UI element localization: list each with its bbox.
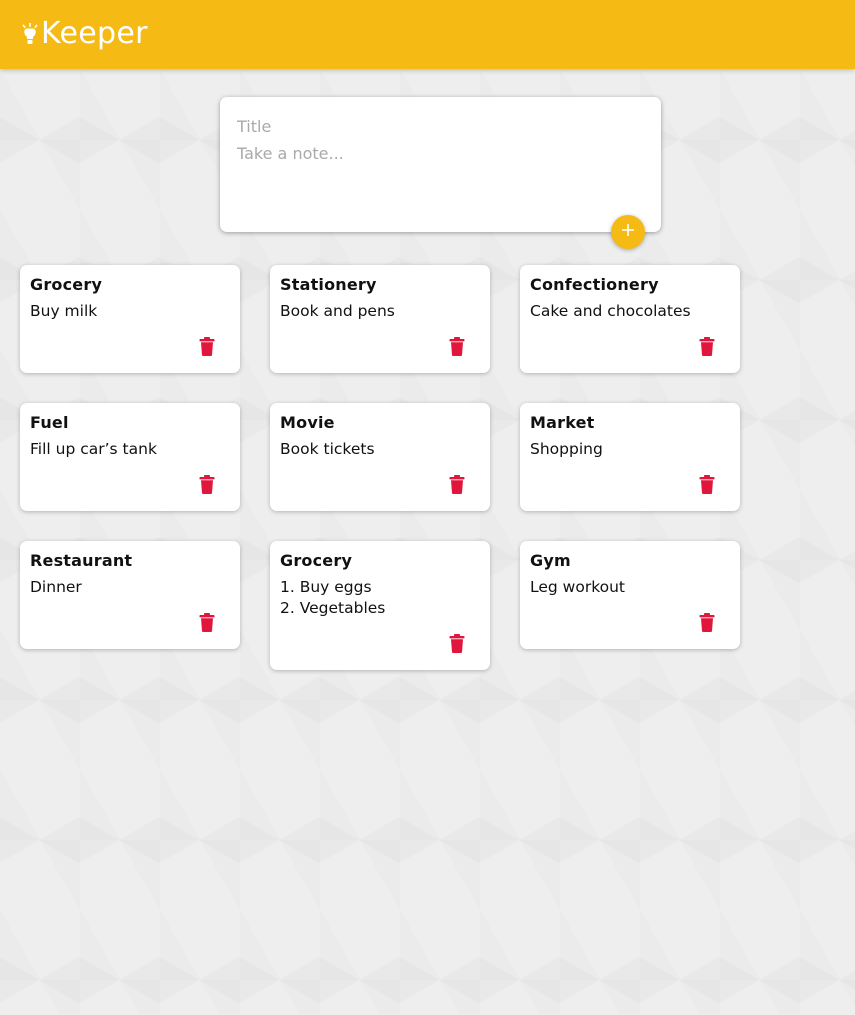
note-title: Market <box>530 413 595 432</box>
trash-icon <box>699 613 715 632</box>
note-card: Fuel Fill up car’s tank <box>20 403 240 511</box>
delete-note-button[interactable] <box>699 337 715 356</box>
delete-note-button[interactable] <box>199 613 215 632</box>
brand: Keeper <box>22 16 148 52</box>
trash-icon <box>199 613 215 632</box>
note-content-input[interactable] <box>237 144 637 204</box>
trash-icon <box>199 475 215 494</box>
trash-icon <box>199 337 215 356</box>
lightbulb-icon <box>22 23 38 45</box>
app-title: Keeper <box>41 16 148 51</box>
delete-note-button[interactable] <box>199 475 215 494</box>
note-card: Restaurant Dinner <box>20 541 240 649</box>
delete-note-button[interactable] <box>199 337 215 356</box>
delete-note-button[interactable] <box>449 475 465 494</box>
note-content: Book and pens <box>280 302 395 320</box>
note-content: Leg workout <box>530 578 626 596</box>
note-card: Grocery Buy milk <box>20 265 240 373</box>
note-content: Shopping <box>530 440 603 458</box>
create-note-form <box>220 97 661 232</box>
note-title: Gym <box>530 551 571 570</box>
delete-note-button[interactable] <box>449 634 465 653</box>
note-title: Fuel <box>30 413 69 432</box>
app-header: Keeper <box>0 0 855 69</box>
delete-note-button[interactable] <box>699 613 715 632</box>
note-card: Gym Leg workout <box>520 541 740 649</box>
add-note-button[interactable] <box>611 215 645 249</box>
trash-icon <box>449 475 465 494</box>
note-title: Stationery <box>280 275 377 294</box>
note-card: Stationery Book and pens <box>270 265 490 373</box>
note-title: Restaurant <box>30 551 133 570</box>
delete-note-button[interactable] <box>449 337 465 356</box>
note-title: Grocery <box>280 551 353 570</box>
note-card: Grocery 1. Buy eggs 2. Vegetables <box>270 541 490 670</box>
note-content: 1. Buy eggs 2. Vegetables <box>280 578 386 617</box>
note-content: Fill up car’s tank <box>30 440 157 458</box>
note-title: Confectionery <box>530 275 659 294</box>
note-card: Confectionery Cake and chocolates <box>520 265 740 373</box>
trash-icon <box>699 475 715 494</box>
trash-icon <box>449 634 465 653</box>
note-content: Book tickets <box>280 440 375 458</box>
note-card: Movie Book tickets <box>270 403 490 511</box>
plus-icon <box>621 223 635 242</box>
note-title: Movie <box>280 413 335 432</box>
note-content: Buy milk <box>30 302 98 320</box>
trash-icon <box>699 337 715 356</box>
delete-note-button[interactable] <box>699 475 715 494</box>
trash-icon <box>449 337 465 356</box>
note-title-input[interactable] <box>237 115 637 137</box>
note-card: Market Shopping <box>520 403 740 511</box>
note-title: Grocery <box>30 275 103 294</box>
note-content: Dinner <box>30 578 82 596</box>
note-content: Cake and chocolates <box>530 302 691 320</box>
